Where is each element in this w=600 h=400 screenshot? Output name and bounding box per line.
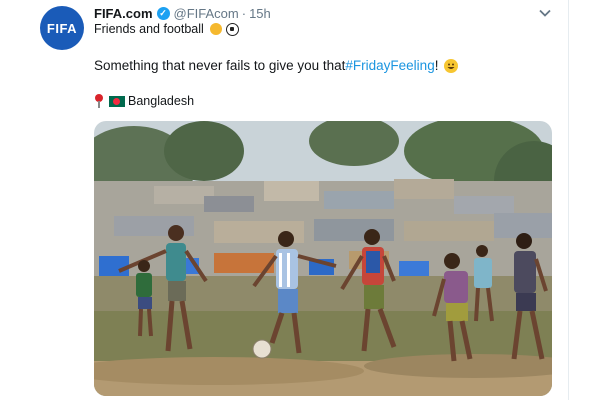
tweet-text-suffix: ! [434, 58, 439, 73]
chevron-down-icon[interactable] [538, 6, 552, 20]
column-divider [568, 0, 569, 400]
author-name[interactable]: FIFA.com [94, 6, 153, 21]
soccer-ball-emoji-icon [225, 22, 239, 36]
avatar-logo: FIFA [46, 20, 78, 36]
verified-badge-icon: ✓ [156, 7, 170, 20]
hashtag-link[interactable]: #FridayFeeling [345, 58, 434, 73]
tweet-header: FIFA.com ✓ @FIFAcom · 15h [94, 6, 271, 21]
bio-text: Friends and football [94, 22, 204, 36]
tweet-timestamp[interactable]: 15h [249, 6, 271, 21]
location-line: Bangladesh [94, 94, 194, 108]
tweet-text: Something that never fails to give you t… [94, 58, 459, 73]
location-text: Bangladesh [128, 94, 195, 108]
bangladesh-flag-icon [109, 95, 125, 107]
round-pushpin-icon [94, 94, 104, 108]
tweet-text-prefix: Something that never fails to give you t… [94, 58, 346, 73]
grinning-face-emoji-icon [444, 58, 459, 73]
author-handle[interactable]: @FIFAcom [174, 6, 239, 21]
author-bio: Friends and football [94, 22, 239, 36]
medal-emoji-icon [209, 23, 222, 35]
tweet-photo[interactable] [94, 121, 552, 396]
tweet-card[interactable]: FIFA FIFA.com ✓ @FIFAcom · 15h Friends a… [0, 0, 600, 400]
photo-image [94, 121, 552, 396]
avatar[interactable]: FIFA [40, 6, 84, 50]
separator-dot: · [241, 6, 247, 21]
